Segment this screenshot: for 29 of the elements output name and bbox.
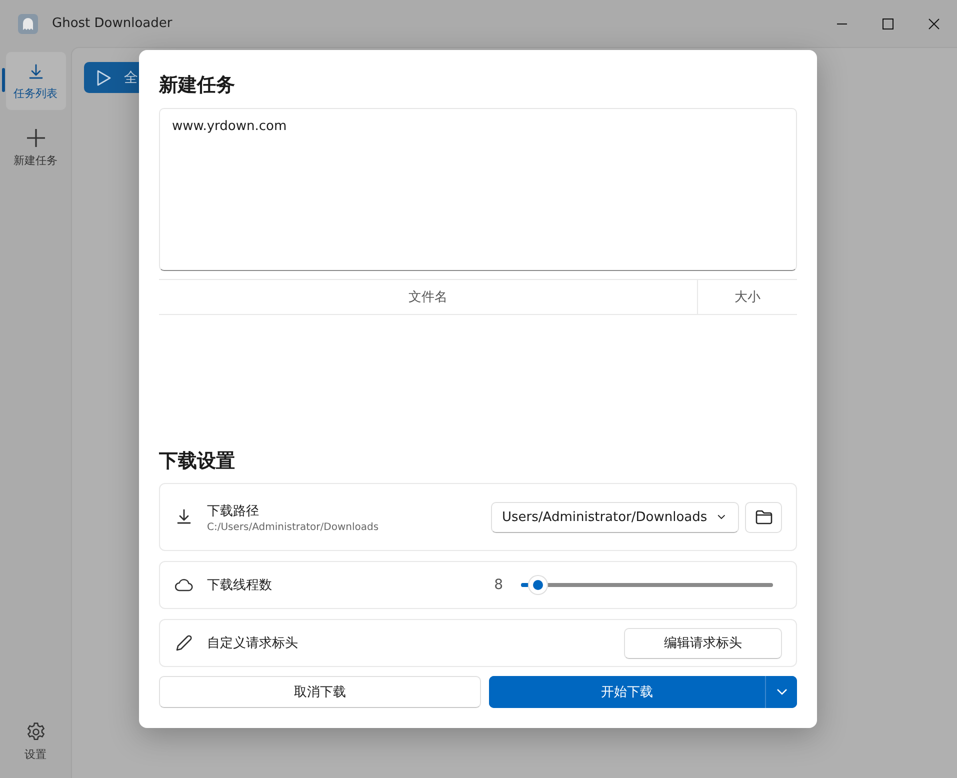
settings-icon <box>24 720 46 742</box>
setting-title: 下载线程数 <box>207 577 272 594</box>
play-icon <box>96 68 112 86</box>
setting-title: 自定义请求标头 <box>207 635 298 652</box>
folder-icon <box>754 509 772 525</box>
column-header[interactable]: 文件名 <box>159 280 698 314</box>
setting-title: 下载路径 <box>207 502 260 520</box>
chevron-down-icon <box>717 513 726 521</box>
pencil-icon <box>175 634 193 652</box>
window-title: Ghost Downloader <box>52 16 172 31</box>
section-title: 下载设置 <box>159 449 236 474</box>
start-all-button[interactable]: 全 <box>84 62 139 93</box>
nav-item[interactable]: 新建任务 <box>6 118 66 176</box>
cloud-icon <box>175 578 193 592</box>
nav-item[interactable]: 设置 <box>6 712 66 770</box>
chevron-down-icon <box>776 688 788 696</box>
edit-headers-button[interactable]: 编辑请求标头 <box>624 628 782 658</box>
url-input-field[interactable]: www.yrdown.com <box>159 108 797 271</box>
browse-folder-button[interactable] <box>745 502 782 532</box>
cancel-download-button[interactable]: 取消下载 <box>159 676 481 708</box>
setting-subtitle: C:/Users/Administrator/Downloads <box>207 522 379 532</box>
start-options-button[interactable] <box>765 676 797 708</box>
column-header[interactable]: 大小 <box>698 280 797 314</box>
thread-slider[interactable] <box>521 575 773 595</box>
plus-icon <box>24 126 46 148</box>
dialog-title: 新建任务 <box>159 73 236 98</box>
path-dropdown[interactable]: Users/Administrator/Downloads <box>491 502 739 532</box>
ghost-logo-icon <box>18 14 38 34</box>
slider-reading: 8 <box>494 577 503 593</box>
